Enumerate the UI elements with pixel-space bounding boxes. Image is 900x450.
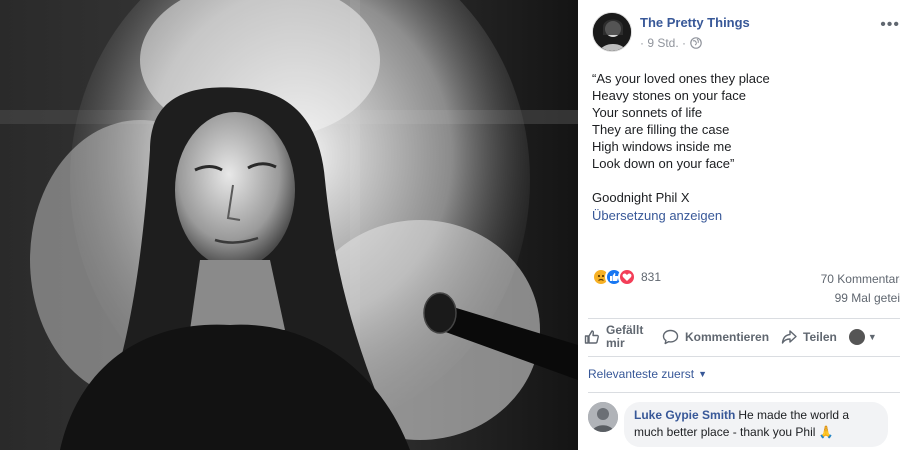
post-signoff: Goodnight Phil X [592,190,690,205]
share-count-link[interactable]: 99 Mal geteilt [821,289,900,308]
like-label: Gefällt mir [606,323,644,350]
comment-label: Kommentieren [685,330,770,344]
page-name-link[interactable]: The Pretty Things [640,15,750,30]
share-button[interactable]: Teilen [781,329,837,345]
post-message: “As your loved ones they place Heavy sto… [592,70,892,172]
poem-line: They are filling the case [592,122,730,137]
chevron-down-icon: ▼ [698,369,707,379]
translation-link[interactable]: Übersetzung anzeigen [592,208,722,223]
reaction-count: 831 [641,270,662,284]
commenter-avatar[interactable] [588,402,618,432]
comment-button[interactable]: Kommentieren [662,329,769,345]
post-actions: Gefällt mir Kommentieren Teilen ▼ [584,320,900,354]
poem-line: Heavy stones on your face [592,88,746,103]
page-avatar-image [593,13,631,51]
musician-photo-illustration [0,0,578,450]
comment-author-link[interactable]: Luke Gypie Smith [634,408,735,422]
more-options-icon[interactable]: ••• [880,16,900,34]
poem-line: High windows inside me [592,139,732,154]
globe-icon [690,37,702,49]
page-avatar[interactable] [592,12,632,52]
post-timestamp[interactable]: · 9 Std. · [640,36,686,50]
commenter-avatar-image [588,402,618,432]
poem-line: “As your loved ones they place [592,71,770,86]
poem-line: Your sonnets of life [592,105,703,120]
like-button[interactable]: Gefällt mir [584,324,650,350]
post-panel: The Pretty Things · 9 Std. · ••• “As you… [578,0,900,450]
comment-count-link[interactable]: 70 Kommentare [821,270,900,289]
post-header: The Pretty Things · 9 Std. · ••• [592,12,900,52]
divider [588,318,900,319]
poem-line: Look down on your face” [592,156,735,171]
post-meta: · 9 Std. · [640,36,702,50]
thumbs-up-icon [584,330,599,344]
post-photo[interactable] [0,0,578,450]
divider [588,392,900,393]
comment-icon [662,329,679,345]
love-reaction-icon [618,268,636,286]
comment-sort-dropdown[interactable]: Relevanteste zuerst ▼ [588,367,707,381]
share-icon [781,330,797,344]
sort-label: Relevanteste zuerst [588,367,695,381]
post-as-selector[interactable]: ▼ [848,329,877,345]
reaction-summary[interactable]: 831 [592,267,661,287]
post-stats: 70 Kommentare 99 Mal geteilt [821,270,900,308]
user-avatar [848,329,865,345]
share-label: Teilen [803,330,837,344]
divider [588,356,900,357]
comment-bubble: Luke Gypie Smith He made the world a much… [624,402,888,447]
chevron-down-icon: ▼ [867,332,877,342]
